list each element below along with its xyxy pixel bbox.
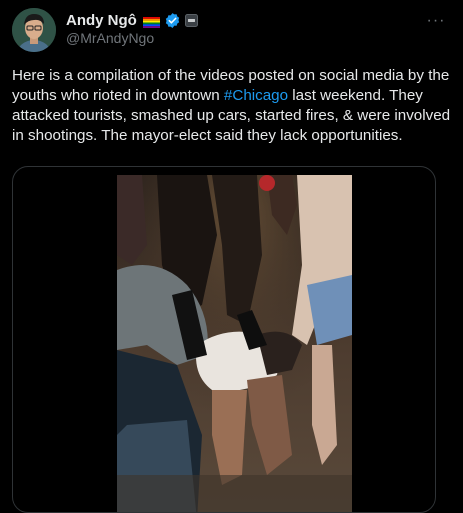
author-name-row: Andy Ngô: [66, 10, 198, 30]
avatar[interactable]: [12, 8, 56, 52]
tweet-text: Here is a compilation of the videos post…: [12, 66, 452, 146]
media-card[interactable]: [12, 166, 436, 513]
tweet: Andy Ngô @MrAndyNgo ··· Here is a compil…: [0, 0, 463, 513]
rainbow-flag-icon: [142, 15, 160, 28]
hashtag-link[interactable]: #Chicago: [224, 87, 288, 104]
more-icon: ···: [426, 12, 446, 29]
verified-badge-icon[interactable]: [164, 12, 181, 29]
more-options-button[interactable]: ···: [423, 8, 449, 34]
video-player[interactable]: [117, 175, 352, 512]
display-name[interactable]: Andy Ngô: [66, 12, 137, 29]
video-thumbnail: [117, 175, 352, 512]
affiliate-badge-icon[interactable]: [184, 13, 198, 27]
avatar-image: [12, 8, 56, 52]
author-handle[interactable]: @MrAndyNgo: [66, 30, 154, 46]
